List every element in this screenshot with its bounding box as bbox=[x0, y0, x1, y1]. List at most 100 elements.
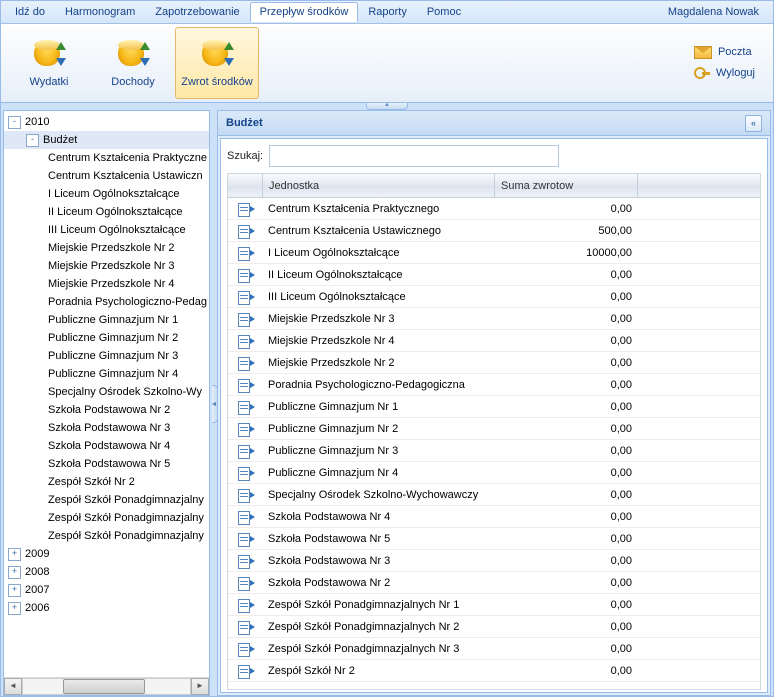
table-row[interactable]: Szkoła Podstawowa Nr 30,00 bbox=[228, 550, 760, 572]
table-row[interactable]: Zespół Szkół Ponadgimnazjalnych Nr 30,00 bbox=[228, 638, 760, 660]
tree-toggle-icon[interactable]: - bbox=[26, 134, 39, 147]
scroll-left-button[interactable]: ◄ bbox=[4, 678, 22, 695]
table-row[interactable]: Specjalny Ośrodek Szkolno-Wychowawczy0,0… bbox=[228, 484, 760, 506]
tree-node-label: Publiczne Gimnazjum Nr 1 bbox=[48, 314, 178, 326]
table-row[interactable]: I Liceum Ogólnokształcące10000,00 bbox=[228, 242, 760, 264]
cell-suma: 0,00 bbox=[496, 357, 638, 369]
table-row[interactable]: Publiczne Gimnazjum Nr 10,00 bbox=[228, 396, 760, 418]
menu-pomoc[interactable]: Pomoc bbox=[417, 2, 471, 22]
tree-node[interactable]: Zespół Szkół Ponadgimnazjalny bbox=[4, 509, 209, 527]
cell-jednostka: Miejskie Przedszkole Nr 2 bbox=[262, 357, 496, 369]
search-input[interactable] bbox=[269, 145, 559, 167]
tree-node[interactable]: Miejskie Przedszkole Nr 2 bbox=[4, 239, 209, 257]
tree-node-label: Budżet bbox=[43, 134, 77, 146]
tree-node[interactable]: Publiczne Gimnazjum Nr 1 bbox=[4, 311, 209, 329]
link-label: Wyloguj bbox=[716, 67, 755, 79]
tree-node[interactable]: III Liceum Ogólnokształcące bbox=[4, 221, 209, 239]
col-blank[interactable] bbox=[638, 174, 760, 197]
table-row[interactable]: Miejskie Przedszkole Nr 30,00 bbox=[228, 308, 760, 330]
table-row[interactable]: Publiczne Gimnazjum Nr 40,00 bbox=[228, 462, 760, 484]
tree-node[interactable]: Poradnia Psychologiczno-Pedag bbox=[4, 293, 209, 311]
tree-node[interactable]: +2006 bbox=[4, 599, 209, 617]
ribbon-wydatki-button[interactable]: Wydatki bbox=[7, 27, 91, 99]
table-row[interactable]: III Liceum Ogólnokształcące0,00 bbox=[228, 286, 760, 308]
tree-node[interactable]: Miejskie Przedszkole Nr 3 bbox=[4, 257, 209, 275]
tree-toggle-icon[interactable]: + bbox=[8, 548, 21, 561]
tree-node[interactable]: Zespół Szkół Nr 2 bbox=[4, 473, 209, 491]
scroll-track[interactable] bbox=[22, 678, 191, 695]
tree-node[interactable]: Centrum Kształcenia Praktyczne bbox=[4, 149, 209, 167]
table-row[interactable]: Centrum Kształcenia Ustawicznego500,00 bbox=[228, 220, 760, 242]
tree-toggle-icon[interactable]: + bbox=[8, 584, 21, 597]
menu-przepływ-środków[interactable]: Przepływ środków bbox=[250, 2, 359, 22]
link-wyloguj[interactable]: Wyloguj bbox=[694, 65, 755, 81]
tree-node[interactable]: +2008 bbox=[4, 563, 209, 581]
tree-node[interactable]: Miejskie Przedszkole Nr 4 bbox=[4, 275, 209, 293]
tree-node[interactable]: Szkoła Podstawowa Nr 5 bbox=[4, 455, 209, 473]
table-row[interactable]: Publiczne Gimnazjum Nr 30,00 bbox=[228, 440, 760, 462]
ribbon-zwrot-środków-button[interactable]: Zwrot środków bbox=[175, 27, 259, 99]
tree-toggle-icon[interactable]: + bbox=[8, 566, 21, 579]
table-row[interactable]: Poradnia Psychologiczno-Pedagogiczna0,00 bbox=[228, 374, 760, 396]
table-row[interactable]: Miejskie Przedszkole Nr 20,00 bbox=[228, 352, 760, 374]
table-row[interactable]: Centrum Kształcenia Praktycznego0,00 bbox=[228, 198, 760, 220]
tree-node-label: 2007 bbox=[25, 584, 49, 596]
tree-node[interactable]: Publiczne Gimnazjum Nr 2 bbox=[4, 329, 209, 347]
cell-jednostka: Publiczne Gimnazjum Nr 1 bbox=[262, 401, 496, 413]
table-row[interactable]: Zespół Szkół Nr 20,00 bbox=[228, 660, 760, 682]
cell-suma: 500,00 bbox=[496, 225, 638, 237]
cell-jednostka: II Liceum Ogólnokształcące bbox=[262, 269, 496, 281]
tree-node[interactable]: -Budżet bbox=[4, 131, 209, 149]
tree-node[interactable]: Zespół Szkół Ponadgimnazjalny bbox=[4, 527, 209, 545]
table-row[interactable]: Miejskie Przedszkole Nr 40,00 bbox=[228, 330, 760, 352]
panel-collapse-button[interactable]: « bbox=[745, 115, 762, 132]
table-row[interactable]: Zespół Szkół Ponadgimnazjalnych Nr 10,00 bbox=[228, 594, 760, 616]
menu-zapotrzebowanie[interactable]: Zapotrzebowanie bbox=[145, 2, 249, 22]
main-title: Budżet bbox=[226, 117, 263, 129]
tree-node[interactable]: +2009 bbox=[4, 545, 209, 563]
tree-node[interactable]: Specjalny Ośrodek Szkolno-Wy bbox=[4, 383, 209, 401]
tree-node[interactable]: Zespół Szkół Ponadgimnazjalny bbox=[4, 491, 209, 509]
tree-node[interactable]: +2007 bbox=[4, 581, 209, 599]
table-row[interactable]: Szkoła Podstawowa Nr 50,00 bbox=[228, 528, 760, 550]
menu-harmonogram[interactable]: Harmonogram bbox=[55, 2, 145, 22]
row-refund-icon bbox=[238, 665, 252, 677]
tree-node[interactable]: II Liceum Ogólnokształcące bbox=[4, 203, 209, 221]
tree-node[interactable]: Publiczne Gimnazjum Nr 3 bbox=[4, 347, 209, 365]
tree-node[interactable]: Centrum Kształcenia Ustawiczn bbox=[4, 167, 209, 185]
ribbon-btn-label: Zwrot środków bbox=[181, 76, 253, 88]
tree-node-label: Miejskie Przedszkole Nr 2 bbox=[48, 242, 175, 254]
table-row[interactable]: II Liceum Ogólnokształcące0,00 bbox=[228, 264, 760, 286]
ribbon-collapse-handle[interactable] bbox=[366, 103, 408, 110]
tree-node[interactable]: Szkoła Podstawowa Nr 4 bbox=[4, 437, 209, 455]
link-poczta[interactable]: Poczta bbox=[694, 46, 755, 59]
tree-node[interactable]: I Liceum Ogólnokształcące bbox=[4, 185, 209, 203]
tree-node-label: Szkoła Podstawowa Nr 5 bbox=[48, 458, 170, 470]
cell-suma: 0,00 bbox=[496, 555, 638, 567]
table-row[interactable]: Zespół Szkół Ponadgimnazjalnych Nr 20,00 bbox=[228, 616, 760, 638]
row-refund-icon bbox=[238, 599, 252, 611]
cell-jednostka: Miejskie Przedszkole Nr 3 bbox=[262, 313, 496, 325]
tree-node[interactable]: Szkoła Podstawowa Nr 2 bbox=[4, 401, 209, 419]
tree-node[interactable]: -2010 bbox=[4, 113, 209, 131]
col-icon[interactable] bbox=[228, 174, 263, 197]
tree-horizontal-scrollbar[interactable]: ◄ ► bbox=[4, 677, 209, 695]
tree-node-label: Publiczne Gimnazjum Nr 3 bbox=[48, 350, 178, 362]
menu-idź-do[interactable]: Idź do bbox=[5, 2, 55, 22]
cell-jednostka: Zespół Szkół Ponadgimnazjalnych Nr 3 bbox=[262, 643, 496, 655]
table-row[interactable]: Publiczne Gimnazjum Nr 20,00 bbox=[228, 418, 760, 440]
table-row[interactable]: Szkoła Podstawowa Nr 20,00 bbox=[228, 572, 760, 594]
tree-toggle-icon[interactable]: - bbox=[8, 116, 21, 129]
menu-raporty[interactable]: Raporty bbox=[358, 2, 417, 22]
table-row[interactable]: Szkoła Podstawowa Nr 40,00 bbox=[228, 506, 760, 528]
tree-node[interactable]: Szkoła Podstawowa Nr 3 bbox=[4, 419, 209, 437]
col-suma[interactable]: Suma zwrotow bbox=[495, 174, 638, 197]
ribbon-dochody-button[interactable]: Dochody bbox=[91, 27, 175, 99]
scroll-right-button[interactable]: ► bbox=[191, 678, 209, 695]
tree-node[interactable]: Publiczne Gimnazjum Nr 4 bbox=[4, 365, 209, 383]
key-icon bbox=[694, 65, 710, 81]
tree-toggle-icon[interactable]: + bbox=[8, 602, 21, 615]
scroll-thumb[interactable] bbox=[63, 679, 145, 694]
grid: Jednostka Suma zwrotow Centrum Kształcen… bbox=[227, 173, 761, 690]
col-jednostka[interactable]: Jednostka bbox=[263, 174, 495, 197]
